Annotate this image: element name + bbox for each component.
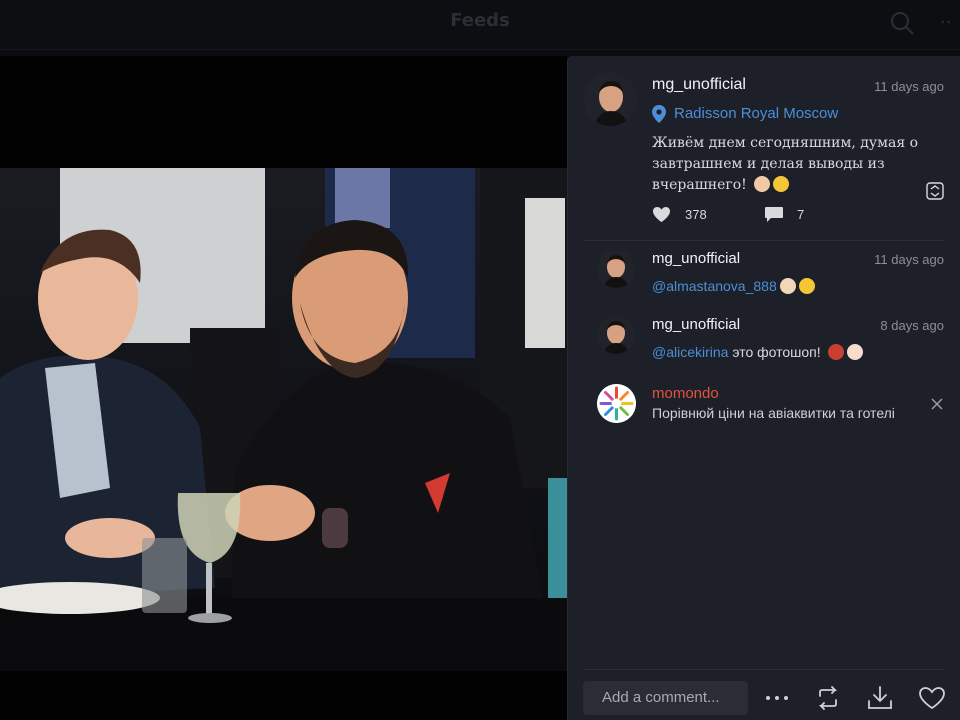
likes-count: 378 xyxy=(685,207,707,222)
momondo-logo[interactable] xyxy=(597,384,636,423)
comment-bubble-icon[interactable] xyxy=(764,206,784,223)
location-pin-icon xyxy=(652,105,666,123)
close-icon[interactable] xyxy=(931,398,943,410)
like-heart-icon[interactable] xyxy=(918,686,946,710)
photo-stage xyxy=(0,56,567,720)
post-photo[interactable] xyxy=(0,168,567,671)
comment-username[interactable]: mg_unofficial xyxy=(652,250,740,267)
more-icon[interactable]: ·· xyxy=(940,12,960,33)
ad-brand[interactable]: momondo xyxy=(652,385,719,402)
wave-emoji-icon xyxy=(779,278,796,294)
top-bar: Feeds ·· xyxy=(0,0,960,50)
avatar[interactable] xyxy=(597,250,635,288)
mention-link[interactable]: @alicekirina xyxy=(652,344,728,360)
avatar[interactable] xyxy=(584,73,637,126)
post-username[interactable]: mg_unofficial xyxy=(652,76,746,94)
comment-time: 8 days ago xyxy=(880,318,944,333)
tongue-emoji-icon xyxy=(798,278,815,294)
hand-emoji-icon xyxy=(754,176,771,192)
search-icon[interactable] xyxy=(889,10,915,36)
post-time: 11 days ago xyxy=(874,79,944,94)
wink-emoji-icon xyxy=(773,176,790,192)
comments-count: 7 xyxy=(797,207,805,222)
expand-icon[interactable] xyxy=(926,182,944,200)
avatar[interactable] xyxy=(597,316,635,354)
baby-emoji-icon xyxy=(846,344,863,360)
comment-text: @almastanova_888 xyxy=(652,278,815,294)
divider xyxy=(583,669,944,670)
mention-link[interactable]: @almastanova_888 xyxy=(652,278,777,294)
comment-input[interactable]: Add a comment... xyxy=(583,681,748,715)
post-caption: Живём днем сегодняшним, думая о завтрашн… xyxy=(652,133,937,196)
devil-emoji-icon xyxy=(827,344,844,360)
caption-line: Живём днем сегодняшним, думая о xyxy=(652,135,919,151)
more-options-icon[interactable] xyxy=(764,694,790,702)
caption-line-last: вчерашнего! xyxy=(652,175,937,196)
heart-icon[interactable] xyxy=(652,206,671,223)
repost-icon[interactable] xyxy=(815,686,841,710)
divider xyxy=(583,240,944,241)
download-icon[interactable] xyxy=(867,685,893,711)
ad-text: Порівнюй ціни на авіаквитки та готелі xyxy=(652,405,895,421)
page-title: Feeds xyxy=(450,10,510,31)
comment-username[interactable]: mg_unofficial xyxy=(652,316,740,333)
location-link[interactable]: Radisson Royal Moscow xyxy=(674,105,838,122)
comment-text: @alicekirina это фотошоп! xyxy=(652,344,863,360)
caption-line: завтрашнем и делая выводы из xyxy=(652,156,885,172)
comment-time: 11 days ago xyxy=(874,252,944,267)
